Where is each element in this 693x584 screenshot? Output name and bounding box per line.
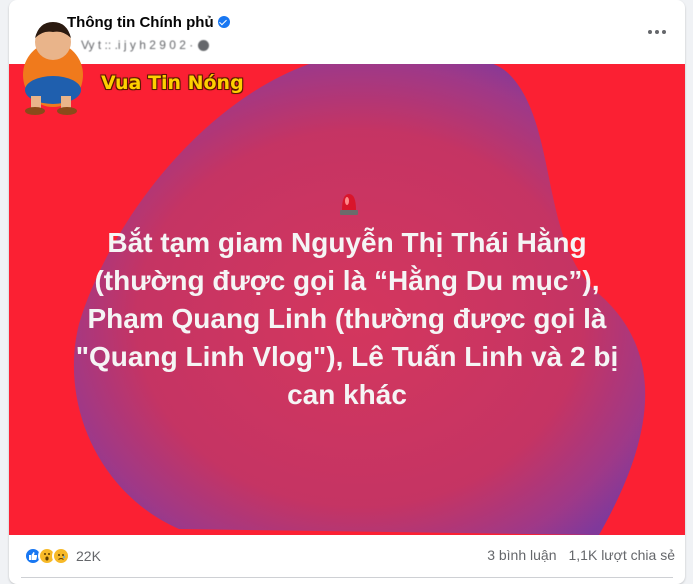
dot-icon [655, 30, 659, 34]
reaction-count[interactable]: 22K [76, 548, 101, 564]
sad-icon [52, 547, 70, 565]
comments-count[interactable]: 3 bình luận [487, 547, 556, 563]
post-footer: 22K 3 bình luận 1,1K lượt chia sẻ [9, 535, 685, 584]
post-stats: 3 bình luận 1,1K lượt chia sẻ [487, 547, 675, 563]
dot-icon [662, 30, 666, 34]
siren-icon [340, 194, 358, 215]
post-card: Thông tin Chính phủ Vy t :: .i j y h 2 9… [9, 0, 685, 584]
post-image[interactable]: Bắt tạm giam Nguyễn Thị Thái Hằng (thườn… [9, 64, 685, 535]
shares-count[interactable]: 1,1K lượt chia sẻ [569, 547, 676, 563]
post-headline: Bắt tạm giam Nguyễn Thị Thái Hằng (thườn… [75, 227, 619, 410]
reactions-summary[interactable]: 22K [24, 547, 101, 565]
footer-divider [21, 577, 673, 578]
brand-text: Vua Tin Nóng [101, 72, 244, 94]
dot-icon [648, 30, 652, 34]
mascot-logo [23, 22, 83, 115]
more-options-button[interactable] [645, 20, 669, 44]
